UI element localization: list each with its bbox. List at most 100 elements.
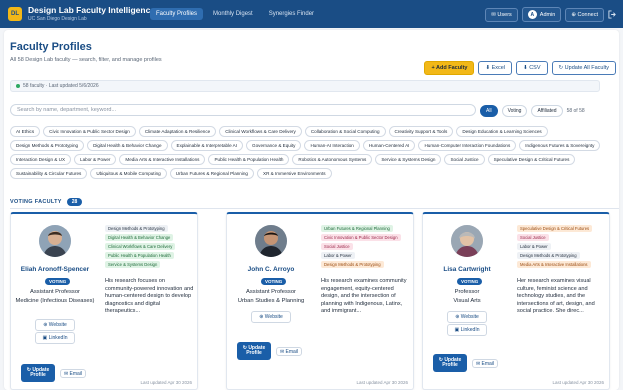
faculty-tag: Social Justice: [321, 243, 353, 250]
topic-chip[interactable]: Human-Computer Interaction Foundations: [418, 140, 517, 151]
faculty-tag: Media Arts & Interactive Installations: [517, 261, 591, 268]
email-button[interactable]: ✉ Email: [276, 347, 302, 356]
faculty-tag: Design Methods & Prototyping: [517, 252, 580, 259]
voting-badge: VOTING: [45, 278, 71, 285]
topic-chip[interactable]: Ubiquitous & Mobile Computing: [90, 168, 167, 179]
topic-chip[interactable]: Public Health & Population Health: [208, 154, 290, 165]
faculty-tag: Clinical Workflows & Care Delivery: [105, 243, 176, 250]
faculty-tag: Service & Systems Design: [105, 261, 161, 268]
faculty-card: Eliah Aronoff-Spencer VOTING Assistant P…: [10, 212, 198, 390]
top-navigation-bar: DL Design Lab Faculty Intelligence UC Sa…: [0, 0, 623, 28]
voting-badge: VOTING: [457, 278, 483, 285]
faculty-photo: [39, 225, 71, 257]
faculty-tag: Digital Health & Behavior Change: [105, 234, 174, 241]
faculty-tag: Labor & Power: [321, 252, 355, 259]
admin-avatar: A: [527, 10, 537, 19]
search-input[interactable]: Search by name, department, keyword...: [10, 104, 476, 116]
logout-icon[interactable]: [608, 10, 617, 19]
main-panel: Faculty Profiles All 58 Design Lab facul…: [4, 30, 619, 390]
topic-chip[interactable]: XR & Immersive Environments: [257, 168, 332, 179]
admin-menu[interactable]: A Admin: [521, 7, 562, 22]
faculty-tag: Speculative Design & Critical Futures: [517, 225, 593, 232]
section-header: VOTING FACULTY 28: [10, 198, 83, 206]
section-title: VOTING FACULTY: [10, 199, 62, 205]
faculty-card: John C. Arroyo VOTING Assistant Professo…: [226, 212, 414, 390]
topic-chip[interactable]: AI Ethics: [10, 126, 41, 137]
topic-chip[interactable]: Human-AI Interaction: [304, 140, 360, 151]
faculty-name[interactable]: Eliah Aronoff-Spencer: [11, 266, 99, 273]
topic-chip[interactable]: Social Justice: [444, 154, 485, 165]
topic-chip[interactable]: Indigenous Futures & Sovereignty: [519, 140, 601, 151]
email-button[interactable]: ✉ Email: [472, 359, 498, 368]
nav-faculty-profiles[interactable]: Faculty Profiles: [150, 8, 204, 20]
faculty-tag: Design Methods & Prototyping: [321, 261, 384, 268]
filter-group: All Voting Affiliated 58 of 58: [480, 105, 585, 117]
header-actions: ✉ Users A Admin ⊕ Connect: [485, 7, 617, 22]
faculty-photo: [451, 225, 483, 257]
update-profile-button[interactable]: ↻ Update Profile: [21, 364, 55, 382]
email-button[interactable]: ✉ Email: [60, 369, 86, 378]
topic-chip[interactable]: Human-Centered AI: [362, 140, 416, 151]
topic-chip[interactable]: Civic Innovation & Public Sector Design: [43, 126, 136, 137]
update-profile-button[interactable]: ↻ Update Profile: [237, 342, 271, 360]
website-link[interactable]: ⊕ Website: [35, 319, 75, 331]
topic-chip[interactable]: Creativity Support & Tools: [388, 126, 454, 137]
export-excel-button[interactable]: ⬇ Excel: [478, 61, 513, 75]
faculty-tag: Public Health & Population Health: [105, 252, 174, 259]
faculty-name[interactable]: John C. Arroyo: [227, 266, 315, 273]
page-actions: + Add Faculty ⬇ Excel ⬇ CSV ↻ Update All…: [424, 61, 616, 75]
topic-chip[interactable]: Explainable & Interpretable AI: [170, 140, 244, 151]
status-bar: 58 faculty · Last updated 5/6/2026: [10, 80, 600, 92]
topic-chip[interactable]: Governance & Equity: [246, 140, 302, 151]
filter-affiliated[interactable]: Affiliated: [531, 105, 563, 117]
faculty-role: Assistant Professor: [30, 289, 80, 295]
faculty-name[interactable]: Lisa Cartwright: [423, 266, 511, 273]
topic-chip[interactable]: Clinical Workflows & Care Delivery: [219, 126, 302, 137]
nav-synergies-finder[interactable]: Synergies Finder: [263, 8, 320, 20]
topic-chip[interactable]: Design Education & Learning Sciences: [456, 126, 548, 137]
website-link[interactable]: ⊕ Website: [251, 311, 291, 323]
voting-badge: VOTING: [261, 278, 287, 285]
status-dot-icon: [16, 84, 20, 88]
status-text: 58 faculty · Last updated 5/6/2026: [23, 83, 99, 89]
topic-chip[interactable]: Climate Adaptation & Resilience: [138, 126, 217, 137]
website-link[interactable]: ⊕ Website: [447, 311, 487, 323]
topic-chip[interactable]: Robotics & Autonomous Systems: [292, 154, 373, 165]
update-profile-button[interactable]: ↻ Update Profile: [433, 354, 467, 372]
filter-all[interactable]: All: [480, 105, 498, 117]
faculty-tag: Design Methods & Prototyping: [105, 225, 168, 232]
filter-voting[interactable]: Voting: [501, 105, 528, 117]
topic-chip[interactable]: Service & Systems Design: [375, 154, 442, 165]
faculty-tags: Design Methods & Prototyping Digital Heal…: [105, 225, 197, 268]
linkedin-link[interactable]: ▣ LinkedIn: [447, 324, 487, 336]
faculty-tag: Urban Futures & Regional Planning: [321, 225, 393, 232]
last-updated: Last updated Apr 30 2026: [140, 380, 192, 385]
main-nav: Faculty Profiles Monthly Digest Synergie…: [150, 8, 320, 20]
nav-monthly-digest[interactable]: Monthly Digest: [207, 8, 259, 20]
topic-chip[interactable]: Design Methods & Prototyping: [10, 140, 85, 151]
export-csv-button[interactable]: ⬇ CSV: [516, 61, 548, 75]
app-title: Design Lab Faculty Intelligence: [28, 5, 156, 16]
topic-chip[interactable]: Collaboration & Social Computing: [304, 126, 386, 137]
topic-chip[interactable]: Interaction Design & UX: [10, 154, 72, 165]
faculty-photo: [255, 225, 287, 257]
connect-button[interactable]: ⊕ Connect: [565, 7, 604, 22]
topic-chip[interactable]: Sustainability & Circular Futures: [10, 168, 88, 179]
users-button[interactable]: ✉ Users: [485, 7, 518, 22]
app-subtitle: UC San Diego Design Lab: [28, 15, 87, 22]
admin-label: Admin: [539, 11, 556, 18]
faculty-department: Urban Studies & Planning: [237, 298, 305, 304]
faculty-role: Assistant Professor: [246, 289, 296, 295]
linkedin-link[interactable]: ▣ LinkedIn: [35, 332, 75, 344]
topic-tag-list: AI Ethics Civic Innovation & Public Secto…: [10, 126, 619, 179]
topic-chip[interactable]: Labor & Power: [74, 154, 117, 165]
add-faculty-button[interactable]: + Add Faculty: [424, 61, 475, 75]
update-all-button[interactable]: ↻ Update All Faculty: [551, 61, 616, 75]
topic-chip[interactable]: Digital Health & Behavior Change: [87, 140, 168, 151]
topic-chip[interactable]: Urban Futures & Regional Planning: [169, 168, 254, 179]
topic-chip[interactable]: Speculative Design & Critical Futures: [487, 154, 576, 165]
page-subtitle: All 58 Design Lab faculty — search, filt…: [10, 57, 162, 63]
last-updated: Last updated Apr 30 2026: [356, 380, 408, 385]
panel-content: Faculty Profiles All 58 Design Lab facul…: [10, 30, 619, 390]
topic-chip[interactable]: Media Arts & Interactive Installations: [119, 154, 206, 165]
